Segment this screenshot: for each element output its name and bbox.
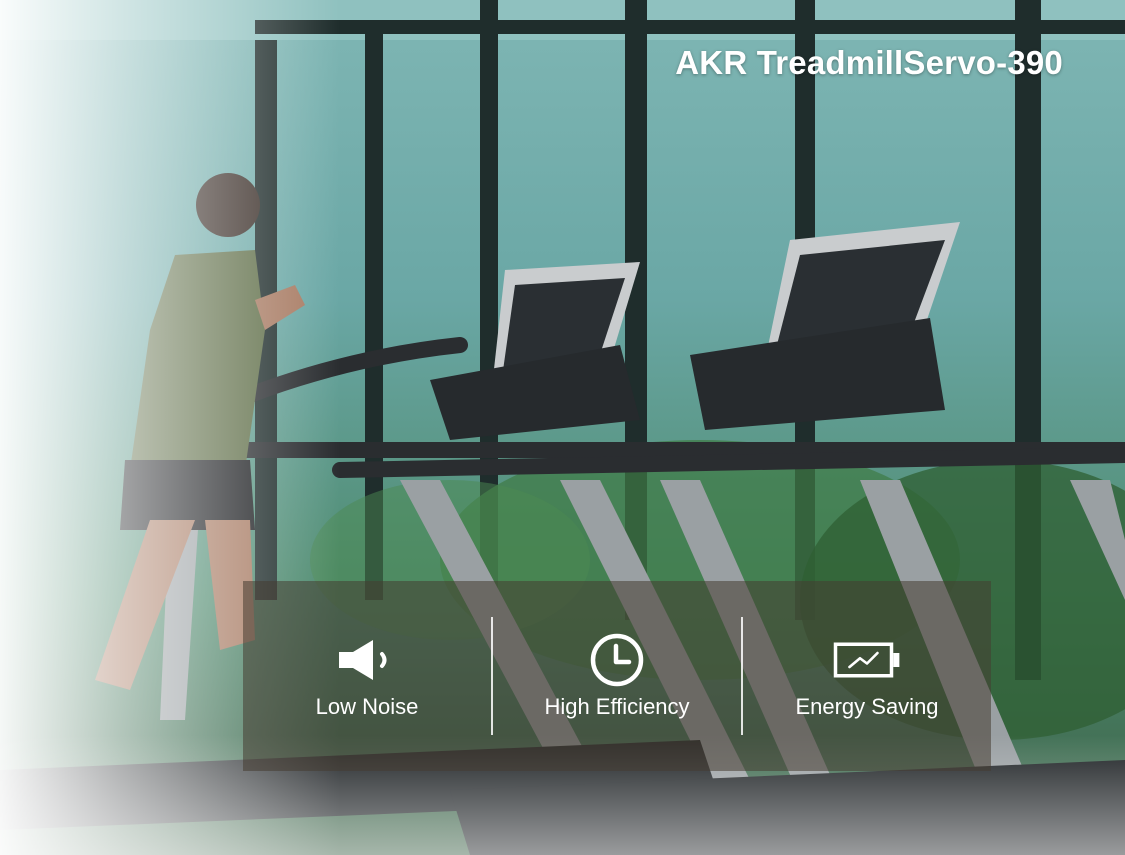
battery-icon bbox=[832, 632, 902, 688]
feature-energy-saving: Energy Saving bbox=[743, 581, 991, 771]
feature-label: High Efficiency bbox=[544, 694, 690, 719]
speaker-icon bbox=[332, 632, 402, 688]
feature-high-efficiency: High Efficiency bbox=[493, 581, 741, 771]
hero-banner: AKR TreadmillServo-390 Low Noise High Ef… bbox=[0, 0, 1125, 855]
feature-low-noise: Low Noise bbox=[243, 581, 491, 771]
product-title: AKR TreadmillServo-390 bbox=[675, 44, 1063, 81]
clock-icon bbox=[582, 632, 652, 688]
feature-label: Low Noise bbox=[315, 694, 419, 719]
feature-label: Energy Saving bbox=[795, 694, 939, 719]
feature-panel: Low Noise High Efficiency Energy Saving bbox=[243, 581, 991, 771]
